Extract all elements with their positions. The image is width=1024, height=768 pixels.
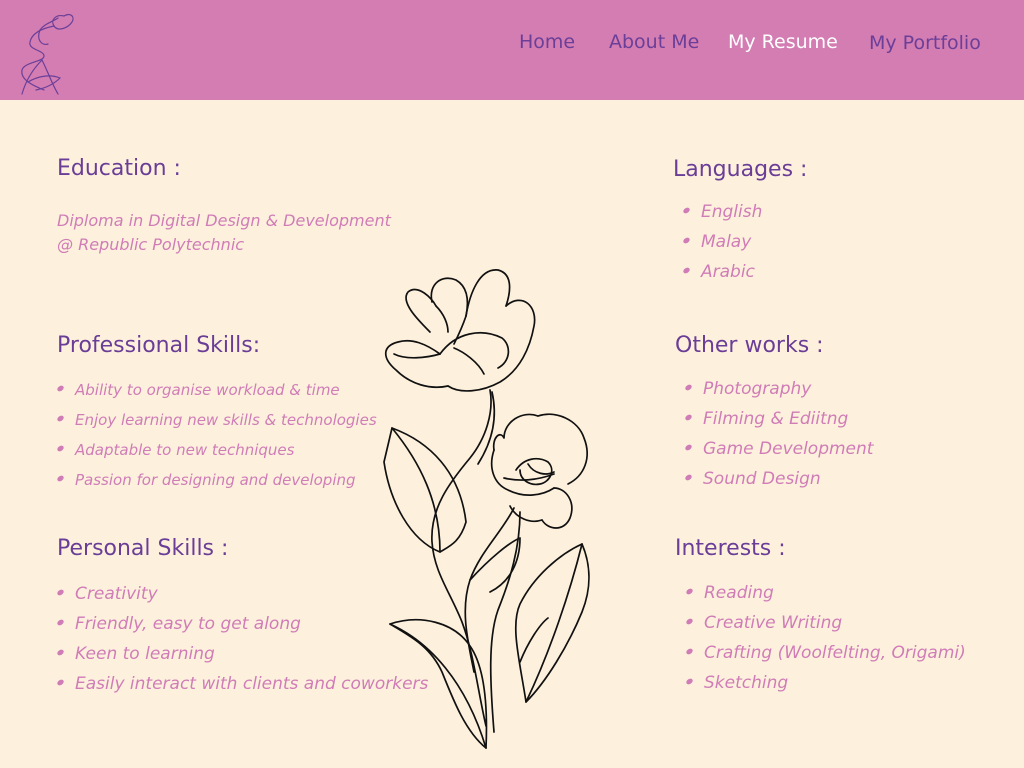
nav-my-resume-link[interactable]: My Resume xyxy=(728,31,838,53)
list-item: English xyxy=(682,201,883,231)
languages-list: English Malay Arabic xyxy=(682,201,883,291)
languages-heading: Languages : xyxy=(673,157,808,182)
bullet-icon xyxy=(685,587,694,596)
list-item-label: Keen to learning xyxy=(75,644,215,664)
list-item: Sketching xyxy=(685,672,1006,702)
bullet-icon xyxy=(56,618,65,627)
list-item: Filming & Ediitng xyxy=(684,408,935,438)
list-item: Ability to organise workload & time xyxy=(56,379,387,409)
personal-skills-list: Creativity Friendly, easy to get along K… xyxy=(56,583,437,703)
bullet-icon xyxy=(684,413,693,422)
personal-skills-heading: Personal Skills : xyxy=(57,536,229,561)
list-item: Malay xyxy=(682,231,883,261)
list-item-label: Adaptable to new techniques xyxy=(75,441,295,459)
list-item-label: Crafting (Woolfelting, Origami) xyxy=(704,643,966,663)
bullet-icon xyxy=(684,383,693,392)
bullet-icon xyxy=(685,647,694,656)
other-works-list: Photography Filming & Ediitng Game Devel… xyxy=(684,378,935,498)
list-item: Adaptable to new techniques xyxy=(56,439,387,469)
bullet-icon xyxy=(685,617,694,626)
list-item-label: Sketching xyxy=(704,673,789,693)
bullet-icon xyxy=(56,648,65,657)
list-item-label: Filming & Ediitng xyxy=(703,409,849,429)
list-item: Game Development xyxy=(684,438,935,468)
list-item: Creativity xyxy=(56,583,437,613)
bullet-icon xyxy=(56,384,65,393)
site-header: Home About Me My Resume My Portfolio xyxy=(0,0,1024,100)
list-item-label: Malay xyxy=(701,232,752,252)
bullet-icon xyxy=(684,443,693,452)
bullet-icon xyxy=(56,444,65,453)
list-item-label: Sound Design xyxy=(703,469,821,489)
bullet-icon xyxy=(682,266,691,275)
list-item: Sound Design xyxy=(684,468,935,498)
list-item-label: Ability to organise workload & time xyxy=(75,381,340,399)
list-item: Easily interact with clients and coworke… xyxy=(56,673,437,703)
bullet-icon xyxy=(56,588,65,597)
interests-list: Reading Creative Writing Crafting (Woolf… xyxy=(685,582,1006,702)
bullet-icon xyxy=(684,473,693,482)
professional-skills-heading: Professional Skills: xyxy=(57,333,261,358)
bullet-icon xyxy=(682,206,691,215)
list-item-label: Friendly, easy to get along xyxy=(75,614,301,634)
list-item-label: Game Development xyxy=(703,439,874,459)
nav-home-link[interactable]: Home xyxy=(519,31,575,53)
bullet-icon xyxy=(56,474,65,483)
list-item-label: Photography xyxy=(703,379,812,399)
education-line-2: @ Republic Polytechnic xyxy=(57,235,245,254)
list-item-label: Arabic xyxy=(701,262,755,282)
list-item: Creative Writing xyxy=(685,612,1006,642)
list-item-label: Passion for designing and developing xyxy=(75,471,356,489)
interests-heading: Interests : xyxy=(675,536,786,561)
list-item: Photography xyxy=(684,378,935,408)
list-item: Crafting (Woolfelting, Origami) xyxy=(685,642,1006,672)
nav-my-portfolio-link[interactable]: My Portfolio xyxy=(869,32,981,54)
list-item-label: Creativity xyxy=(75,584,158,604)
education-heading: Education : xyxy=(57,156,181,181)
list-item: Enjoy learning new skills & technologies xyxy=(56,409,387,439)
professional-skills-list: Ability to organise workload & time Enjo… xyxy=(56,379,387,499)
list-item: Arabic xyxy=(682,261,883,291)
bullet-icon xyxy=(685,677,694,686)
bullet-icon xyxy=(682,236,691,245)
list-item-label: Enjoy learning new skills & technologies xyxy=(75,411,377,429)
list-item-label: Easily interact with clients and coworke… xyxy=(75,674,429,694)
list-item: Friendly, easy to get along xyxy=(56,613,437,643)
list-item-label: English xyxy=(701,202,763,222)
other-works-heading: Other works : xyxy=(675,333,824,358)
list-item: Passion for designing and developing xyxy=(56,469,387,499)
list-item-label: Creative Writing xyxy=(704,613,843,633)
bullet-icon xyxy=(56,678,65,687)
nav-about-me-link[interactable]: About Me xyxy=(609,31,699,53)
list-item-label: Reading xyxy=(704,583,774,603)
list-item: Keen to learning xyxy=(56,643,437,673)
logo-icon[interactable] xyxy=(14,10,80,98)
list-item: Reading xyxy=(685,582,1006,612)
education-line-1: Diploma in Digital Design & Development xyxy=(57,211,391,230)
bullet-icon xyxy=(56,414,65,423)
